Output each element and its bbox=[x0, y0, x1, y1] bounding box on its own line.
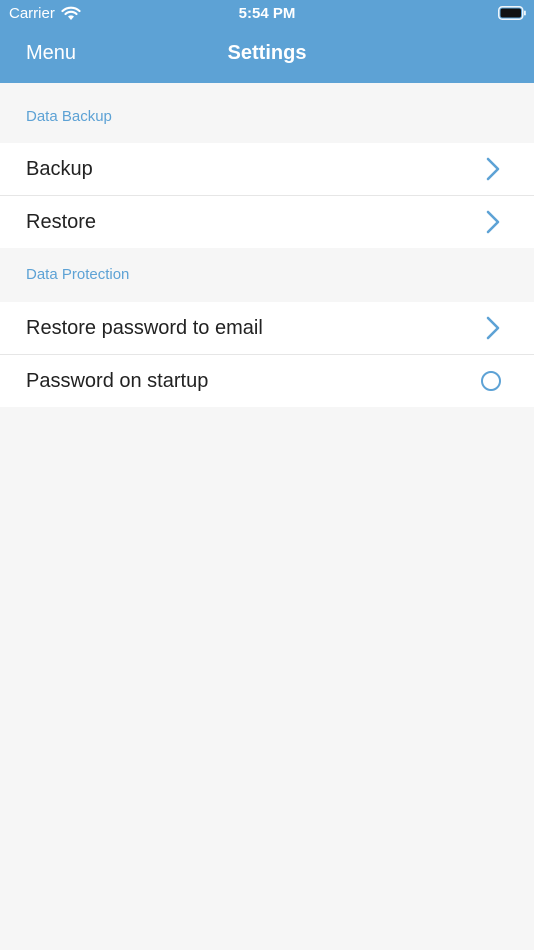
password-on-startup-radio[interactable] bbox=[481, 371, 501, 391]
section-title: Data Protection bbox=[26, 266, 130, 283]
password-on-startup-row[interactable]: Password on startup bbox=[0, 354, 534, 407]
nav-bar: Menu Settings bbox=[0, 28, 534, 83]
section-header-data-protection: Data Protection bbox=[0, 248, 534, 302]
row-label: Restore bbox=[26, 210, 97, 233]
backup-row[interactable]: Backup bbox=[0, 143, 534, 195]
chevron-right-icon bbox=[486, 316, 500, 340]
chevron-right-icon bbox=[486, 157, 500, 181]
header: Carrier 5:54 PM Menu Settings bbox=[0, 0, 534, 83]
row-label: Restore password to email bbox=[26, 316, 263, 339]
restore-password-row[interactable]: Restore password to email bbox=[0, 302, 534, 354]
settings-list: Data Backup Backup Restore Data Protecti… bbox=[0, 83, 534, 407]
row-label: Backup bbox=[26, 157, 93, 180]
section-header-data-backup: Data Backup bbox=[0, 83, 534, 143]
section-title: Data Backup bbox=[26, 108, 112, 125]
status-time: 5:54 PM bbox=[238, 5, 296, 22]
row-label: Password on startup bbox=[26, 369, 209, 392]
chevron-right-icon bbox=[486, 210, 500, 234]
restore-row[interactable]: Restore bbox=[0, 195, 534, 248]
status-bar: Carrier 5:54 PM bbox=[0, 0, 534, 28]
page-title: Settings bbox=[227, 42, 307, 64]
battery-icon bbox=[498, 6, 526, 20]
